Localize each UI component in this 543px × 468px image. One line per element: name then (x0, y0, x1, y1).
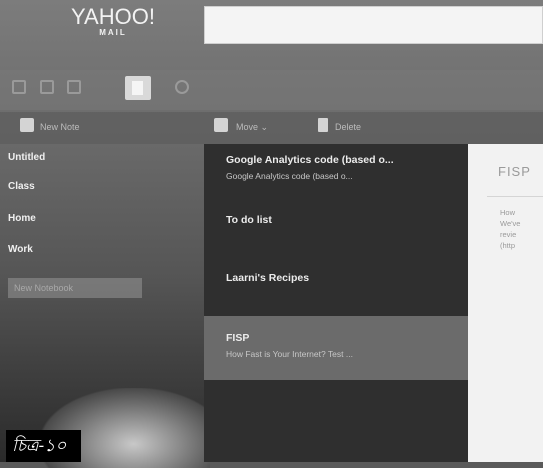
note-title: Laarni's Recipes (226, 272, 310, 284)
content-line: revie (500, 230, 517, 239)
new-note-icon (20, 118, 34, 132)
move-button[interactable]: Move ⌄ (236, 119, 268, 135)
search-input[interactable] (204, 6, 543, 44)
note-item[interactable]: Laarni's Recipes (204, 272, 468, 322)
content-divider (487, 196, 543, 197)
note-item-selected[interactable]: FISP How Fast is Your Internet? Test ... (204, 316, 468, 380)
new-notebook-input[interactable]: New Notebook (8, 278, 142, 298)
trash-icon (318, 118, 328, 132)
notebook-class[interactable]: Class (8, 181, 35, 192)
mail-icon[interactable] (12, 80, 26, 94)
note-snippet: How Fast is Your Internet? Test ... (226, 349, 353, 359)
settings-icon[interactable] (175, 80, 189, 94)
note-title: To do list (226, 214, 272, 226)
note-title: FISP (226, 332, 250, 344)
new-note-button[interactable]: New Note (40, 119, 80, 135)
notes-list: Google Analytics code (based o... Google… (204, 144, 468, 462)
content-line: (http (500, 241, 516, 250)
notebook-work[interactable]: Work (8, 244, 33, 255)
note-content-title: FISP (498, 164, 531, 179)
content-line: How (500, 208, 516, 217)
note-content-body: How We've revie (http (500, 207, 543, 251)
calendar-icon[interactable] (67, 80, 81, 94)
figure-label: চিত্র-১০ (6, 430, 81, 462)
content-line: We've (500, 219, 521, 228)
move-icon (214, 118, 228, 132)
logo-subbrand: MAIL (99, 28, 127, 37)
notebook-home[interactable]: Home (8, 213, 36, 224)
note-snippet: Google Analytics code (based o... (226, 171, 353, 181)
delete-button[interactable]: Delete (335, 119, 361, 135)
note-item[interactable]: To do list (204, 214, 468, 260)
contacts-icon[interactable] (40, 80, 54, 94)
note-item[interactable]: Google Analytics code (based o... Google… (204, 154, 468, 200)
yahoo-mail-logo[interactable]: YAHOO! MAIL (58, 6, 168, 46)
notepad-icon[interactable] (125, 76, 151, 100)
logo-brand: YAHOO! (71, 4, 155, 29)
toolbar (0, 112, 543, 144)
note-content-pane[interactable] (468, 144, 543, 462)
app-switcher-bar (0, 70, 543, 110)
note-title: Google Analytics code (based o... (226, 154, 394, 166)
notebook-untitled[interactable]: Untitled (8, 152, 45, 163)
